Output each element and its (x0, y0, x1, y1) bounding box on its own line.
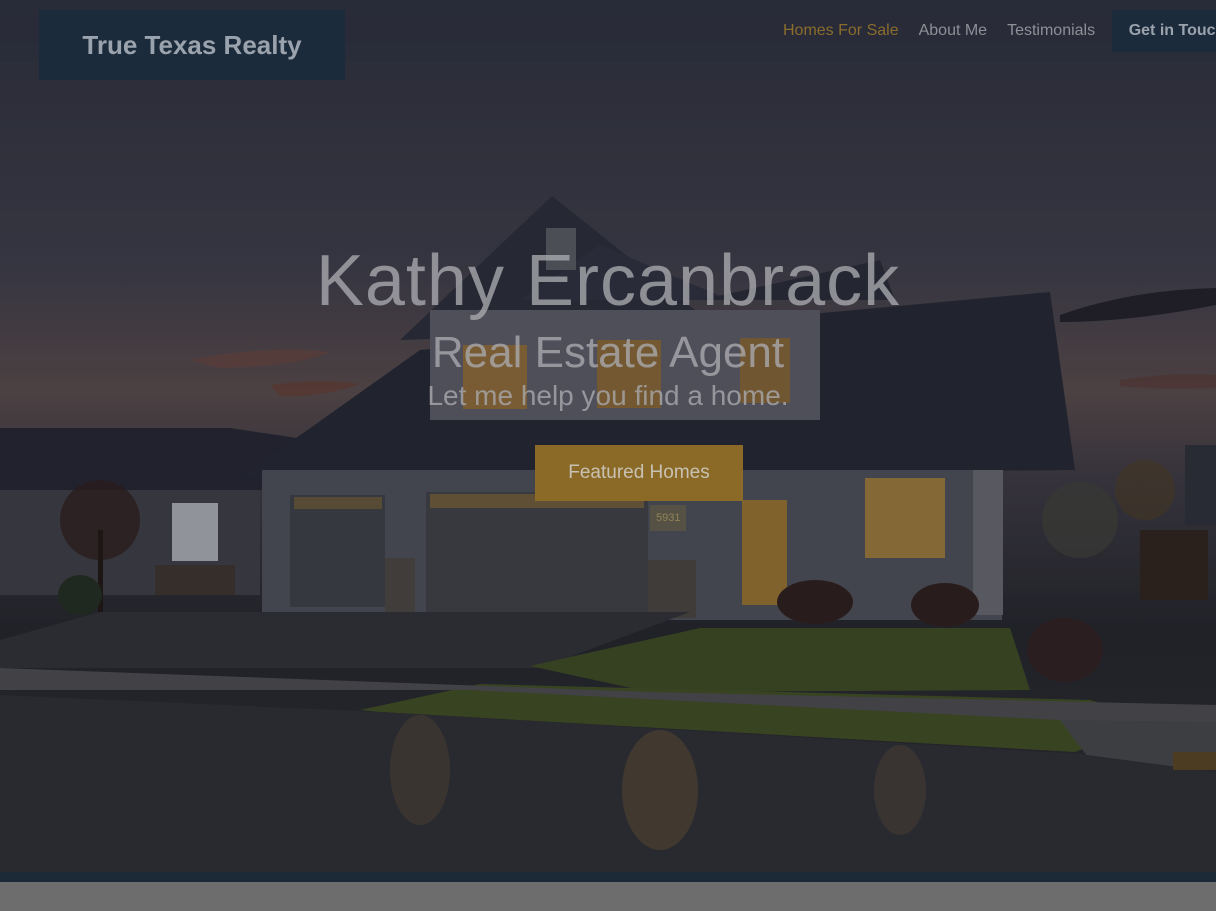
next-section (0, 882, 1216, 911)
hero-bottom-border (0, 872, 1216, 882)
nav-item-about-me[interactable]: About Me (919, 22, 987, 40)
brand-name: True Texas Realty (82, 29, 302, 60)
get-in-touch-label: Get in Touch (1128, 22, 1216, 39)
hero-dark-overlay (0, 0, 1216, 872)
nav-item-homes-for-sale[interactable]: Homes For Sale (783, 22, 899, 40)
hero-role: Real Estate Agent (431, 328, 785, 377)
main-nav: Homes For Sale About Me Testimonials (783, 10, 1115, 52)
featured-homes-label: Featured Homes (568, 462, 710, 483)
hero-section: 5931 (0, 0, 1216, 872)
nav-item-testimonials[interactable]: Testimonials (1007, 22, 1095, 40)
hero-tagline: Let me help you find a home. (427, 380, 789, 411)
get-in-touch-button[interactable]: Get in Touch (1112, 10, 1216, 52)
brand-logo[interactable]: True Texas Realty (39, 10, 345, 80)
hero-name: Kathy Ercanbrack (315, 241, 901, 321)
featured-homes-button[interactable]: Featured Homes (535, 445, 743, 501)
